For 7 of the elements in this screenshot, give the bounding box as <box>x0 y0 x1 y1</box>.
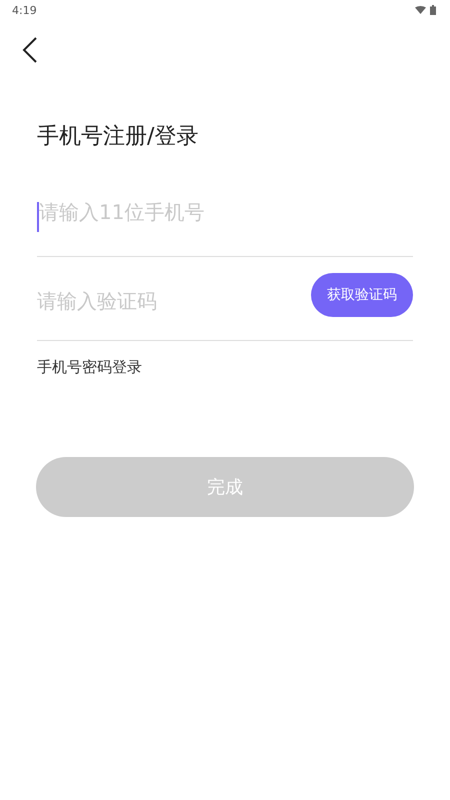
get-code-button[interactable]: 获取验证码 <box>311 272 413 316</box>
wifi-icon <box>415 6 426 14</box>
back-button[interactable] <box>22 36 38 64</box>
status-time: 4:19 <box>12 4 37 16</box>
password-login-link[interactable]: 手机号密码登录 <box>37 358 142 377</box>
battery-icon <box>430 5 436 15</box>
page-title: 手机号注册/登录 <box>37 123 200 151</box>
